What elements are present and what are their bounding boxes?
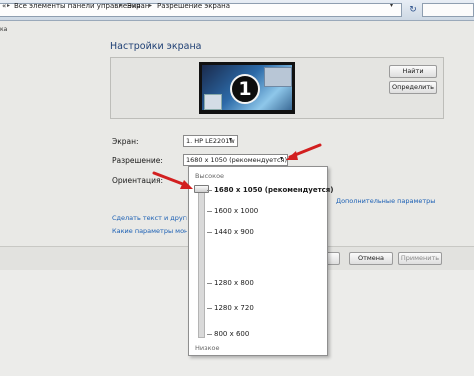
annotation-arrow-resolution	[286, 143, 322, 160]
annotation-arrow-slider	[152, 171, 193, 189]
annotation-arrows	[152, 143, 322, 189]
